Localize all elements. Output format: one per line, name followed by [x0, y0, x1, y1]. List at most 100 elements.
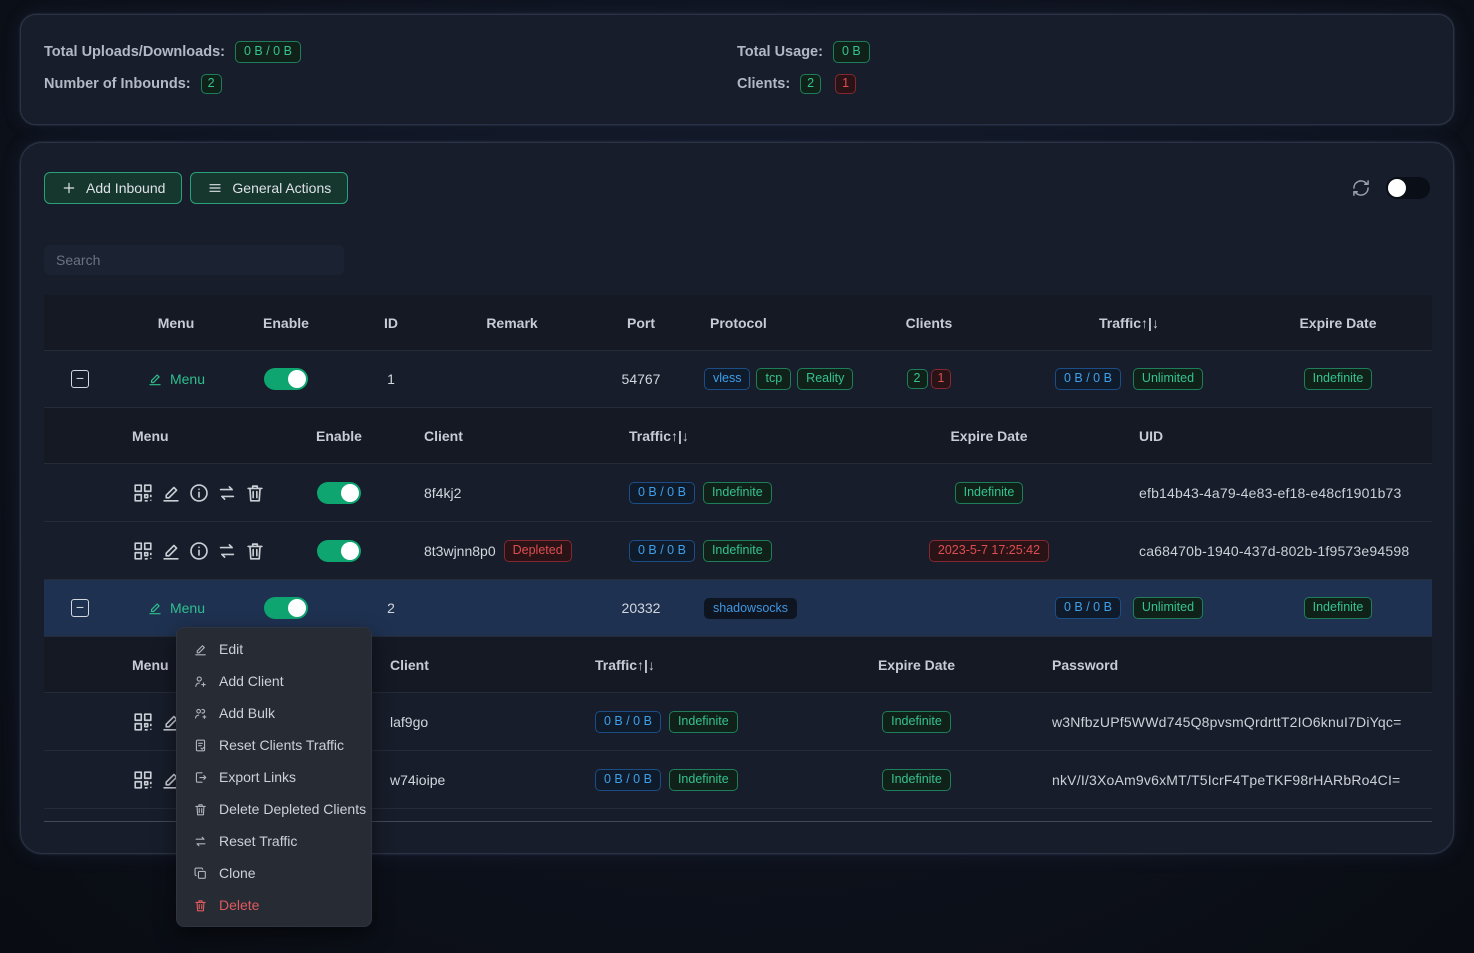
delete-icon[interactable]: [244, 540, 266, 562]
menu-item-label: Delete: [219, 897, 259, 913]
client-traffic: 0 B / 0 B Indefinite: [604, 482, 864, 504]
stat-total-usage: Total Usage: 0 B: [737, 41, 1430, 63]
menu-item-add-bulk[interactable]: Add Bulk: [181, 697, 367, 729]
collapse-row-button[interactable]: −: [71, 370, 89, 388]
add-inbound-button[interactable]: Add Inbound: [44, 172, 182, 204]
col-remark: Remark: [446, 315, 578, 331]
search-container: [44, 245, 344, 275]
enable-toggle[interactable]: [264, 597, 308, 619]
traffic-badge: 0 B / 0 B: [629, 482, 695, 504]
edit-icon[interactable]: [160, 540, 182, 562]
qrcode-icon[interactable]: [132, 769, 154, 791]
inbound-protocols: shadowsocks: [704, 598, 844, 619]
col-password: Password: [1044, 657, 1432, 673]
clients-depleted-badge: 1: [931, 369, 952, 389]
reset-traffic-icon[interactable]: [216, 540, 238, 562]
expire-badge: Indefinite: [882, 769, 951, 791]
search-input[interactable]: [44, 245, 344, 275]
traffic-badge: 0 B / 0 B: [1055, 597, 1121, 619]
file-reset-icon: [193, 738, 208, 753]
expire-badge: Indefinite: [1304, 597, 1373, 619]
client-row-8t3wjnn8p0: 8t3wjnn8p0 Depleted 0 B / 0 B Indefinite…: [44, 522, 1432, 580]
col-id: ID: [336, 315, 446, 331]
client-password: nkV/I/3XoAm9v6xMT/T5IcrF4TpeTKF98rHARbRo…: [1044, 772, 1432, 788]
enable-toggle[interactable]: [317, 540, 361, 562]
client-uid: efb14b43-4a79-4e83-ef18-e48cf1901b73: [1114, 485, 1432, 501]
clients-active-badge: 2: [907, 369, 928, 389]
stat-value-badge: 0 B: [833, 41, 870, 63]
general-actions-button[interactable]: General Actions: [190, 172, 348, 204]
inbound-id: 2: [336, 600, 446, 616]
menu-item-export-links[interactable]: Export Links: [181, 761, 367, 793]
menu-item-reset-clients-traffic[interactable]: Reset Clients Traffic: [181, 729, 367, 761]
menu-lines-icon: [207, 180, 223, 196]
traffic-badge: 0 B / 0 B: [1055, 368, 1121, 390]
inbounds-panel: Add Inbound General Actions Menu Enable …: [20, 142, 1454, 854]
info-icon[interactable]: [188, 540, 210, 562]
stat-value-badge: 2: [201, 74, 222, 94]
menu-item-label: Add Client: [219, 673, 284, 689]
expire-badge: Indefinite: [1304, 368, 1373, 390]
col-menu: Menu: [116, 428, 284, 444]
stat-value-badge: 0 B / 0 B: [235, 41, 301, 63]
collapse-row-button[interactable]: −: [71, 599, 89, 617]
col-traffic[interactable]: Traffic↑|↓: [1014, 315, 1244, 331]
qrcode-icon[interactable]: [132, 482, 154, 504]
enable-toggle[interactable]: [264, 368, 308, 390]
qrcode-icon[interactable]: [132, 540, 154, 562]
menu-item-label: Clone: [219, 865, 256, 881]
stats-panel: Total Uploads/Downloads: 0 B / 0 B Total…: [20, 14, 1454, 125]
edit-icon[interactable]: [160, 482, 182, 504]
traffic-limit-badge: Indefinite: [703, 540, 772, 562]
col-traffic[interactable]: Traffic↑|↓: [589, 657, 789, 673]
client-row-8f4kj2: 8f4kj2 0 B / 0 B Indefinite Indefinite e…: [44, 464, 1432, 522]
col-traffic[interactable]: Traffic↑|↓: [604, 428, 864, 444]
inbound-traffic: 0 B / 0 B Unlimited: [1014, 368, 1244, 390]
client-password: w3NfbzUPf5WWd745Q8pvsmQrdrttT2IO6knuI7Di…: [1044, 714, 1432, 730]
delete-depleted-icon: [193, 802, 208, 817]
expire-badge: Indefinite: [882, 711, 951, 733]
info-icon[interactable]: [188, 482, 210, 504]
col-enable: Enable: [284, 428, 394, 444]
traffic-limit-badge: Indefinite: [669, 769, 738, 791]
menu-item-reset-traffic[interactable]: Reset Traffic: [181, 825, 367, 857]
expire-badge: Indefinite: [955, 482, 1024, 504]
user-group-add-icon: [193, 706, 208, 721]
traffic-limit-badge: Unlimited: [1133, 368, 1203, 390]
menu-item-label: Reset Clients Traffic: [219, 737, 344, 753]
protocol-badge: tcp: [756, 368, 791, 390]
table-header-row: Menu Enable ID Remark Port Protocol Clie…: [44, 295, 1432, 351]
qrcode-icon[interactable]: [132, 711, 154, 733]
refresh-icon[interactable]: [1351, 178, 1371, 198]
clients-depleted-badge: 1: [835, 74, 856, 94]
col-expire-date: Expire Date: [864, 428, 1114, 444]
enable-toggle[interactable]: [317, 482, 361, 504]
inbound-menu-button[interactable]: Menu: [147, 371, 205, 387]
menu-item-clone[interactable]: Clone: [181, 857, 367, 889]
traffic-limit-badge: Unlimited: [1133, 597, 1203, 619]
inbound-traffic: 0 B / 0 B Unlimited: [1014, 597, 1244, 619]
client-uid: ca68470b-1940-437d-802b-1f9573e94598: [1114, 543, 1432, 559]
toolbar: Add Inbound General Actions: [44, 172, 1430, 204]
auto-refresh-toggle[interactable]: [1386, 177, 1430, 199]
stat-number-of-inbounds: Number of Inbounds: 2: [44, 74, 737, 94]
menu-item-label: Edit: [219, 641, 243, 657]
menu-item-delete-depleted-clients[interactable]: Delete Depleted Clients: [181, 793, 367, 825]
edit-icon: [147, 600, 163, 616]
menu-item-add-client[interactable]: Add Client: [181, 665, 367, 697]
menu-item-edit[interactable]: Edit: [181, 633, 367, 665]
traffic-badge: 0 B / 0 B: [595, 769, 661, 791]
client-traffic: 0 B / 0 B Indefinite: [604, 540, 864, 562]
col-client: Client: [394, 428, 604, 444]
reset-traffic-icon[interactable]: [216, 482, 238, 504]
col-protocol: Protocol: [704, 315, 844, 331]
edit-icon: [193, 642, 208, 657]
menu-item-label: Add Bulk: [219, 705, 275, 721]
menu-item-label: Reset Traffic: [219, 833, 297, 849]
menu-item-delete[interactable]: Delete: [181, 889, 367, 921]
delete-icon[interactable]: [244, 482, 266, 504]
stat-label: Total Usage:: [737, 44, 823, 60]
inbound-menu-button[interactable]: Menu: [147, 600, 205, 616]
inbound-id: 1: [336, 371, 446, 387]
col-menu: Menu: [116, 315, 236, 331]
